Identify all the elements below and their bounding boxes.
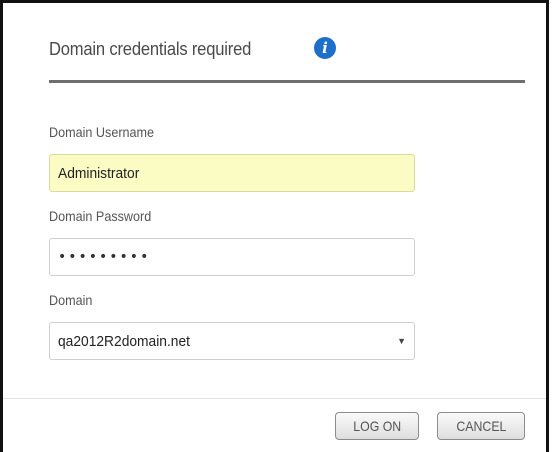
cancel-button-label: CANCEL: [456, 418, 506, 434]
domain-label: Domain: [49, 292, 93, 308]
domain-password-input[interactable]: •••••••••: [49, 238, 415, 276]
log-on-button[interactable]: LOG ON: [335, 412, 419, 440]
dialog-header: Domain credentials required i: [49, 37, 336, 61]
domain-username-value: Administrator: [58, 164, 140, 182]
log-on-button-label: LOG ON: [353, 418, 401, 434]
domain-password-masked-value: •••••••••: [58, 249, 151, 265]
cancel-button[interactable]: CANCEL: [437, 412, 525, 440]
domain-credentials-dialog: Domain credentials required i Domain Use…: [0, 0, 549, 452]
footer-divider: [3, 398, 546, 399]
chevron-down-icon: ▼: [397, 336, 406, 346]
dialog-title: Domain credentials required: [49, 38, 252, 59]
domain-select-value: qa2012R2domain.net: [58, 332, 190, 350]
domain-username-label: Domain Username: [49, 124, 155, 140]
domain-password-label: Domain Password: [49, 208, 152, 224]
domain-select[interactable]: qa2012R2domain.net ▼: [49, 322, 415, 360]
header-divider: [49, 80, 525, 83]
domain-username-input[interactable]: Administrator: [49, 154, 415, 192]
info-icon[interactable]: i: [314, 37, 336, 59]
